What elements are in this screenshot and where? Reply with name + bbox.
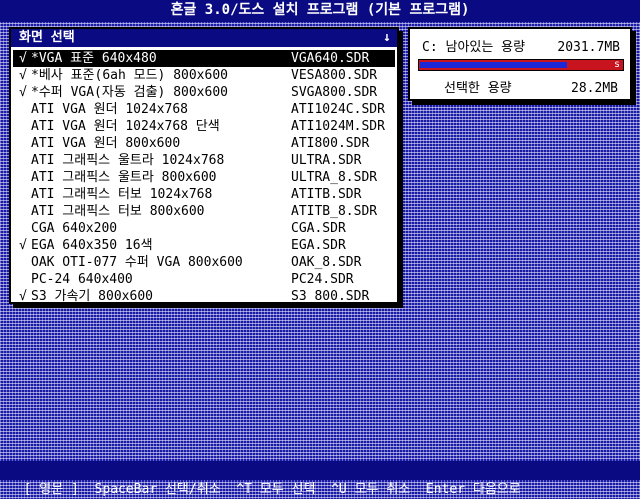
selected-size-value: 28.2MB	[571, 81, 618, 96]
key-help-bar: [ 영문 ] SpaceBar 선택/취소 ^T 모두 선택 ^U 모두 취소 …	[0, 461, 640, 497]
driver-list-item[interactable]: √ S3 가속기 800x600 S3_800.SDR	[13, 288, 395, 305]
driver-name: *수퍼 VGA(자동 검출) 800x600	[31, 85, 228, 100]
driver-list-item[interactable]: √ *VGA 표준 640x480 VGA640.SDR	[13, 50, 395, 67]
disk-space-panel: C: 남아있는 용량 2031.7MB s 선택한 용량 28.2MB	[408, 27, 632, 101]
checkmark-icon: √	[19, 68, 27, 83]
driver-file: ATITB_8.SDR	[291, 204, 378, 219]
driver-file: ATI1024C.SDR	[291, 102, 385, 117]
driver-file: ATI800.SDR	[291, 136, 370, 151]
driver-name: EGA 640x350 16색	[31, 238, 153, 253]
checkmark-icon: √	[19, 51, 27, 66]
driver-file: CGA.SDR	[291, 221, 346, 236]
driver-list-item[interactable]: ATI VGA 원더 1024x768 단색 ATI1024M.SDR	[13, 118, 395, 135]
driver-file: VESA800.SDR	[291, 68, 378, 83]
screen-select-panel: 화면 선택 ↓ √ *VGA 표준 640x480 VGA640.SDR √ *베사 표…	[9, 27, 399, 304]
driver-file: ULTRA_8.SDR	[291, 170, 378, 185]
free-space-label: C: 남아있는 용량	[422, 40, 526, 55]
driver-name: ATI 그래픽스 울트라 800x600	[31, 170, 217, 185]
driver-name: ATI 그래픽스 터보 1024x768	[31, 187, 213, 202]
key-help-text: [ 영문 ] SpaceBar 선택/취소 ^T 모두 선택 ^U 모두 취소 …	[23, 482, 521, 497]
driver-list-item[interactable]: √ EGA 640x350 16색 EGA.SDR	[13, 237, 395, 254]
scroll-down-icon[interactable]: ↓	[383, 29, 391, 47]
driver-list-item[interactable]: OAK OTI-077 수퍼 VGA 800x600 OAK_8.SDR	[13, 254, 395, 271]
driver-name: ATI VGA 원더 1024x768	[31, 102, 188, 117]
selected-size-label: 선택한 용량	[444, 81, 512, 96]
driver-file: S3_800.SDR	[291, 289, 370, 304]
driver-list-item[interactable]: PC-24 640x400 PC24.SDR	[13, 271, 395, 288]
disk-usage-marker: s	[613, 59, 620, 70]
driver-file: SVGA800.SDR	[291, 85, 378, 100]
driver-list: √ *VGA 표준 640x480 VGA640.SDR √ *베사 표준(6ah 모드…	[13, 50, 395, 305]
driver-name: ATI VGA 원더 1024x768 단색	[31, 119, 220, 134]
driver-name: S3 가속기 800x600	[31, 289, 153, 304]
driver-file: OAK_8.SDR	[291, 255, 362, 270]
driver-file: PC24.SDR	[291, 272, 354, 287]
driver-list-item[interactable]: CGA 640x200 CGA.SDR	[13, 220, 395, 237]
panel-header: 화면 선택 ↓	[11, 29, 397, 47]
driver-name: OAK OTI-077 수퍼 VGA 800x600	[31, 255, 243, 270]
driver-name: ATI 그래픽스 터보 800x600	[31, 204, 205, 219]
driver-list-item[interactable]: ATI VGA 원더 800x600 ATI800.SDR	[13, 135, 395, 152]
driver-name: CGA 640x200	[31, 221, 118, 236]
driver-list-item[interactable]: √ *베사 표준(6ah 모드) 800x600 VESA800.SDR	[13, 67, 395, 84]
driver-file: ATI1024M.SDR	[291, 119, 385, 134]
driver-list-item[interactable]: ATI 그래픽스 터보 1024x768 ATITB.SDR	[13, 186, 395, 203]
driver-name: ATI 그래픽스 울트라 1024x768	[31, 153, 225, 168]
app-title: 혼글 3.0/도스 설치 프로그램 (기본 프로그램)	[170, 2, 470, 18]
driver-name: ATI VGA 원더 800x600	[31, 136, 181, 151]
checkmark-icon: √	[19, 238, 27, 253]
free-space-value: 2031.7MB	[557, 40, 620, 55]
driver-list-item[interactable]: ATI 그래픽스 터보 800x600 ATITB_8.SDR	[13, 203, 395, 220]
driver-list-item[interactable]: ATI 그래픽스 울트라 800x600 ULTRA_8.SDR	[13, 169, 395, 186]
checkmark-icon: √	[19, 85, 27, 100]
driver-list-item[interactable]: ATI VGA 원더 1024x768 ATI1024C.SDR	[13, 101, 395, 118]
driver-file: EGA.SDR	[291, 238, 346, 253]
driver-name: *VGA 표준 640x480	[31, 51, 157, 66]
driver-file: VGA640.SDR	[291, 51, 370, 66]
driver-name: *베사 표준(6ah 모드) 800x600	[31, 68, 228, 83]
driver-list-item[interactable]: √ *수퍼 VGA(자동 검출) 800x600 SVGA800.SDR	[13, 84, 395, 101]
driver-list-item[interactable]: ATI 그래픽스 울트라 1024x768 ULTRA.SDR	[13, 152, 395, 169]
disk-usage-bar: s	[418, 59, 624, 71]
app-title-bar: 혼글 3.0/도스 설치 프로그램 (기본 프로그램)	[0, 0, 640, 22]
disk-usage-fill	[420, 62, 567, 68]
panel-title: 화면 선택	[19, 30, 75, 45]
driver-file: ATITB.SDR	[291, 187, 362, 202]
checkmark-icon: √	[19, 289, 27, 304]
driver-file: ULTRA.SDR	[291, 153, 362, 168]
driver-name: PC-24 640x400	[31, 272, 133, 287]
